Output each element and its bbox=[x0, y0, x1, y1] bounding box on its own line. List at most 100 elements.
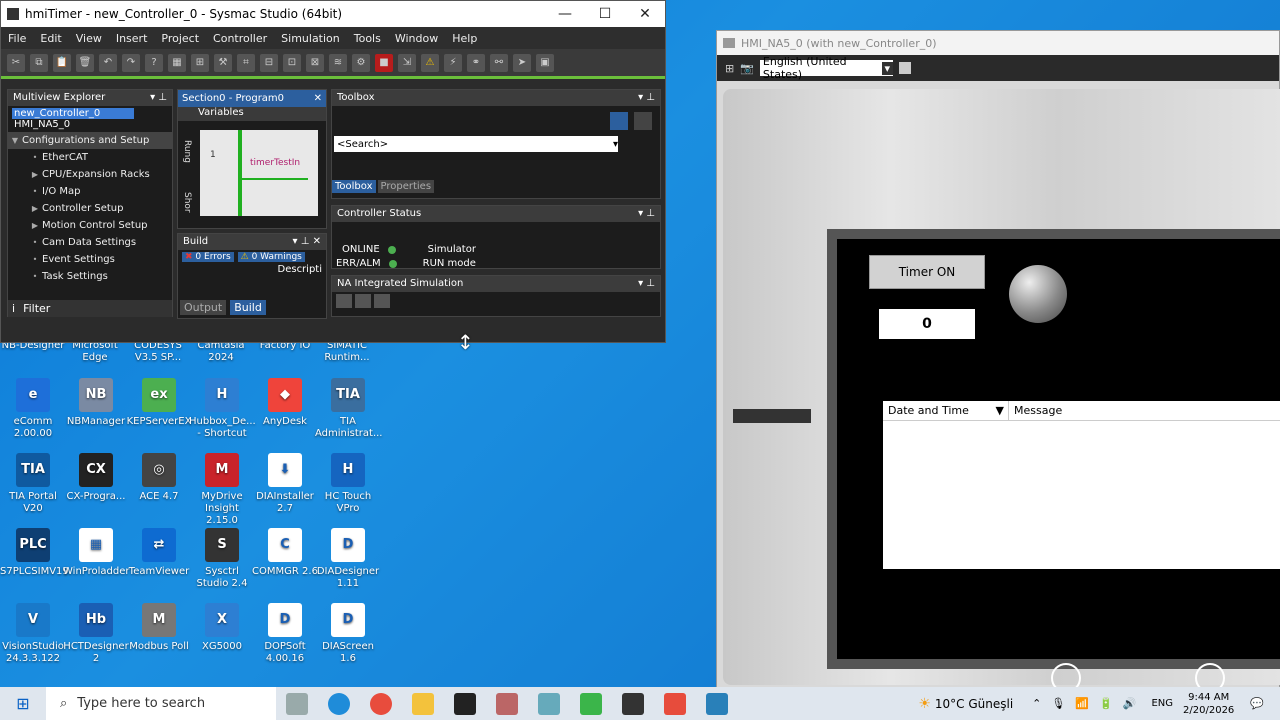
toolbox-search-input[interactable]: <Search> ▾ bbox=[334, 136, 618, 152]
tab-properties[interactable]: Properties bbox=[377, 180, 435, 193]
toolbar-icon-10[interactable]: ⚡ bbox=[444, 53, 462, 72]
sort-icon[interactable]: ▼ bbox=[996, 404, 1004, 417]
battery-icon[interactable]: 🔋 bbox=[1099, 697, 1113, 710]
camtasia-taskbar-icon[interactable] bbox=[580, 692, 602, 715]
toolbar-icon-11[interactable]: ⚭ bbox=[467, 53, 485, 72]
toolbar-icon-3[interactable]: ⌗ bbox=[237, 53, 255, 72]
chrome-taskbar-icon[interactable] bbox=[370, 692, 392, 715]
list-view-icon[interactable] bbox=[610, 112, 628, 130]
desktop-icon[interactable]: D DOPSoft 4.00.16 bbox=[252, 603, 318, 665]
tree-item[interactable]: ▶ CPU/Expansion Racks bbox=[8, 166, 172, 183]
menu-file[interactable]: File bbox=[1, 32, 33, 45]
tray-chevron-icon[interactable]: ⌃ bbox=[1032, 697, 1041, 710]
desktop-icon[interactable]: ex KEPServerEX bbox=[126, 378, 192, 428]
weather-icon[interactable]: ☀ bbox=[918, 696, 931, 712]
file-explorer-icon[interactable] bbox=[412, 692, 434, 715]
toolbar-icon-1[interactable]: ▦ bbox=[168, 53, 186, 72]
column-date-time[interactable]: Date and Time ▼ bbox=[883, 401, 1009, 420]
na-sim-pin-icon[interactable]: ▾ ⊥ bbox=[638, 278, 655, 290]
maximize-button[interactable]: ☐ bbox=[585, 6, 625, 22]
pin-icon[interactable]: ▾ ⊥ bbox=[150, 92, 167, 104]
weather-text[interactable]: 10°C Güneşli bbox=[935, 697, 1013, 711]
toolbar-icon-7[interactable]: ≋ bbox=[329, 53, 347, 72]
sim-pause-icon[interactable] bbox=[355, 294, 371, 308]
desktop-icon[interactable]: H Hubbox_De... - Shortcut bbox=[189, 378, 256, 440]
close-tab-icon[interactable]: ✕ bbox=[314, 93, 322, 104]
program-tab[interactable]: Section0 - Program0 ✕ bbox=[178, 90, 326, 107]
tree-item[interactable]: • Task Settings bbox=[8, 268, 172, 285]
app-taskbar-icon-3[interactable] bbox=[664, 692, 686, 715]
expand-icon[interactable]: ▶ bbox=[28, 170, 42, 179]
sim-stop-icon[interactable] bbox=[374, 294, 390, 308]
toolbar-icon-13[interactable]: ➤ bbox=[513, 53, 531, 72]
paste-icon[interactable]: 📋 bbox=[53, 53, 71, 72]
menu-simulation[interactable]: Simulation bbox=[274, 32, 347, 45]
wifi-icon[interactable]: 📶 bbox=[1075, 697, 1089, 710]
clock[interactable]: 9:44 AM 2/20/2026 bbox=[1183, 691, 1234, 717]
expand-icon[interactable]: ▶ bbox=[28, 204, 42, 213]
menu-controller[interactable]: Controller bbox=[206, 32, 274, 45]
status-pin-icon[interactable]: ▾ ⊥ bbox=[638, 208, 655, 220]
toolbar-icon-4[interactable]: ⊟ bbox=[260, 53, 278, 72]
tab-toolbox[interactable]: Toolbox bbox=[332, 180, 376, 193]
grid-icon[interactable]: ⊞ bbox=[725, 62, 734, 75]
desktop-icon[interactable]: D DIAScreen 1.6 bbox=[315, 603, 381, 665]
tab-build[interactable]: Build bbox=[230, 300, 266, 315]
desktop-icon[interactable]: V VisionStudio 24.3.3.122 bbox=[0, 603, 66, 665]
toolbar-icon-2[interactable]: ⊞ bbox=[191, 53, 209, 72]
desktop-icon[interactable]: X XG5000 bbox=[189, 603, 255, 653]
sysmac-taskbar-icon[interactable] bbox=[622, 692, 644, 715]
desktop-icon[interactable]: TIA TIA Portal V20 bbox=[0, 453, 66, 515]
toolbar-icon-14[interactable]: ▣ bbox=[536, 53, 554, 72]
task-view-icon[interactable] bbox=[286, 692, 308, 715]
desktop-icon[interactable]: PLC S7PLCSIMV19 bbox=[0, 528, 69, 578]
build-pane-controls[interactable]: ▾ ⊥ ✕ bbox=[293, 236, 321, 248]
tree-item[interactable]: • EtherCAT bbox=[8, 149, 172, 166]
desktop-icon[interactable]: M Modbus Poll bbox=[126, 603, 192, 653]
tree-configurations[interactable]: ▼ Configurations and Setup bbox=[8, 132, 172, 149]
collapse-icon[interactable]: ▼ bbox=[8, 136, 22, 145]
tree-item[interactable]: ▶ Controller Setup bbox=[8, 200, 172, 217]
grid-view-icon[interactable] bbox=[634, 112, 652, 130]
help-icon[interactable]: ? bbox=[145, 53, 163, 72]
warning-icon[interactable]: ⚠ bbox=[421, 53, 439, 72]
tree-item[interactable]: • Event Settings bbox=[8, 251, 172, 268]
tree-item[interactable]: • Cam Data Settings bbox=[8, 234, 172, 251]
stop-icon[interactable]: ■ bbox=[375, 53, 393, 72]
timer-on-button[interactable]: Timer ON bbox=[869, 255, 985, 289]
chevron-down-icon[interactable]: ▾ bbox=[881, 61, 893, 75]
taskbar-search[interactable]: ⌕ Type here to search bbox=[46, 687, 276, 720]
minimize-button[interactable]: — bbox=[545, 6, 585, 22]
desktop-icon-camtasia[interactable]: Camtasia 2024 bbox=[188, 340, 254, 364]
edge-taskbar-icon[interactable] bbox=[328, 692, 350, 715]
menu-insert[interactable]: Insert bbox=[109, 32, 155, 45]
device-selector[interactable]: new_Controller_0 bbox=[12, 108, 134, 119]
expand-icon[interactable]: ▶ bbox=[28, 221, 42, 230]
close-button[interactable]: ✕ bbox=[625, 6, 665, 22]
build-icon[interactable]: ⚒ bbox=[214, 53, 232, 72]
volume-icon[interactable]: 🔊 bbox=[1123, 697, 1137, 710]
filter-bar[interactable]: ⅰ Filter bbox=[8, 300, 172, 317]
desktop-icon[interactable]: NB NBManager bbox=[63, 378, 129, 428]
desktop-icon[interactable]: M MyDrive Insight 2.15.0 bbox=[189, 453, 255, 527]
cut-icon[interactable]: ✂ bbox=[7, 53, 25, 72]
app-taskbar-icon-1[interactable] bbox=[496, 692, 518, 715]
redo-icon[interactable]: ↷ bbox=[122, 53, 140, 72]
menu-project[interactable]: Project bbox=[154, 32, 206, 45]
chevron-down-icon[interactable]: ▾ bbox=[613, 139, 618, 150]
menu-window[interactable]: Window bbox=[388, 32, 445, 45]
desktop-icon[interactable]: ▦ WinProladder bbox=[63, 528, 130, 578]
app-taskbar-icon-2[interactable] bbox=[538, 692, 560, 715]
desktop-icon[interactable]: CX CX-Progra... bbox=[63, 453, 129, 503]
ladder-area[interactable]: 1 timerTestIn bbox=[200, 130, 318, 216]
security-taskbar-icon[interactable] bbox=[454, 692, 476, 715]
delete-icon[interactable]: 🗑 bbox=[76, 53, 94, 72]
copy-icon[interactable]: ⧉ bbox=[30, 53, 48, 72]
desktop-icon[interactable]: ⇄ TeamViewer bbox=[126, 528, 192, 578]
desktop-icon-codesys[interactable]: CODESYS V3.5 SP... bbox=[125, 340, 191, 364]
desktop-icon-edge[interactable]: Microsoft Edge bbox=[62, 340, 128, 364]
desktop-icon[interactable]: ◆ AnyDesk bbox=[252, 378, 318, 428]
desktop-icon[interactable]: D DIADesigner 1.11 bbox=[315, 528, 381, 590]
warnings-button[interactable]: ⚠ 0 Warnings bbox=[237, 252, 305, 262]
desktop-icon[interactable]: TIA TIA Administrat... bbox=[315, 378, 382, 440]
